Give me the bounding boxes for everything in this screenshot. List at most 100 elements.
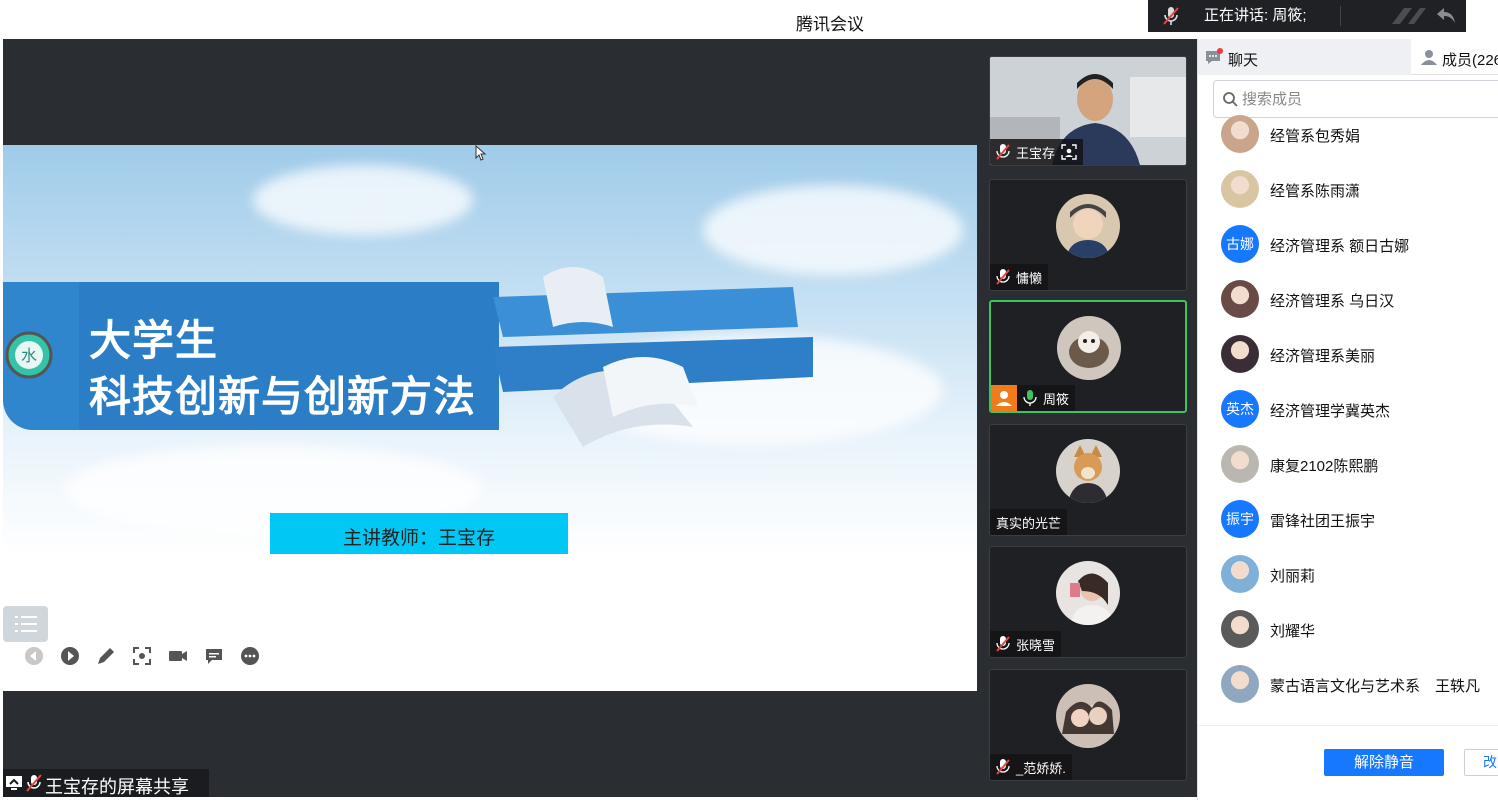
- more-actions-button[interactable]: 改: [1464, 749, 1498, 776]
- members-icon: [1421, 50, 1437, 65]
- presentation-slide: 大学生 科技创新与创新方法 水 主讲教师：王宝存: [3, 145, 977, 691]
- participant-name: 张晓雪: [1016, 637, 1056, 653]
- mic-muted-icon: [996, 269, 1010, 285]
- camera-icon[interactable]: [167, 645, 189, 667]
- screen-share-label: 王宝存的屏幕共享: [3, 769, 209, 797]
- pen-icon[interactable]: [95, 645, 117, 667]
- participant-name: 慵懒: [1016, 270, 1043, 286]
- participant-nameplate: 周筱: [991, 385, 1076, 411]
- video-tile[interactable]: 周筱: [989, 300, 1187, 413]
- video-tile[interactable]: 慵懒: [989, 179, 1187, 291]
- panel-tabs: 聊天 成员(226: [1198, 39, 1498, 75]
- member-list: 经管系包秀娟 经管系陈雨潇古娜 经济管理系 额日古娜经济管理系 乌日汉 经济管理系美丽…: [1198, 115, 1498, 712]
- divider: [1340, 6, 1341, 26]
- participant-name: _范娇娇.: [1016, 760, 1066, 776]
- member-row[interactable]: 经管系陈雨潇: [1198, 162, 1498, 217]
- avatar: 古娜: [1221, 225, 1259, 263]
- lecturer-label: 主讲教师：王宝存: [342, 528, 495, 549]
- video-gallery: 王宝存 慵懒 周筱 真实的光芒 张晓雪 _范娇娇.: [977, 39, 1197, 797]
- mouse-cursor-icon: [475, 145, 487, 161]
- panel-bottom-bar: 解除静音 改: [1198, 725, 1498, 800]
- video-tile[interactable]: 王宝存: [989, 56, 1187, 166]
- participant-nameplate: _范娇娇.: [990, 754, 1072, 780]
- search-icon: [1223, 92, 1238, 107]
- mic-muted-icon: [1163, 7, 1179, 25]
- video-tile[interactable]: _范娇娇.: [989, 669, 1187, 781]
- side-panel: 聊天 成员(226 经管系包秀娟经管系陈雨潇古娜经济管理系 额日古娜经济管理系 …: [1197, 39, 1498, 800]
- avatar: [1221, 610, 1259, 648]
- participant-nameplate: 张晓雪: [990, 631, 1062, 657]
- mic-active-icon: [1023, 390, 1037, 406]
- participant-nameplate: 王宝存: [990, 139, 1084, 165]
- member-row[interactable]: 刘耀华: [1198, 602, 1498, 657]
- avatar: [1056, 194, 1120, 258]
- member-name: 经管系包秀娟: [1270, 128, 1361, 145]
- more-icon[interactable]: [239, 645, 261, 667]
- host-icon: [991, 385, 1017, 411]
- tab-chat[interactable]: 聊天: [1198, 39, 1411, 75]
- member-row[interactable]: 经济管理系美丽: [1198, 327, 1498, 382]
- member-name: 经管系陈雨潇: [1270, 183, 1361, 200]
- avatar: [1221, 280, 1259, 318]
- search-input[interactable]: [1242, 89, 1482, 109]
- avatar: [1056, 561, 1120, 625]
- face-frame-icon: [1061, 144, 1077, 160]
- member-row[interactable]: 古娜 经济管理系 额日古娜: [1198, 217, 1498, 272]
- slide-title-line2: 科技创新与创新方法: [89, 373, 477, 420]
- previous-icon[interactable]: [23, 645, 45, 667]
- tab-members[interactable]: 成员(226: [1412, 39, 1498, 75]
- avatar: [1056, 439, 1120, 503]
- speaking-indicator: 正在讲话: 周筱;: [1148, 0, 1466, 32]
- member-name: 雷锋社团王振宇: [1270, 513, 1376, 530]
- unmute-button[interactable]: 解除静音: [1324, 749, 1444, 776]
- screen-share-icon: [6, 776, 22, 790]
- ribbon-graphic: [493, 267, 813, 447]
- avatar: 英杰: [1221, 390, 1259, 428]
- mic-muted-icon: [996, 759, 1010, 775]
- member-row[interactable]: 康复2102陈熙鹏: [1198, 437, 1498, 492]
- avatar: [1221, 115, 1259, 153]
- comment-icon[interactable]: [203, 645, 225, 667]
- tab-chat-label: 聊天: [1228, 52, 1259, 69]
- focus-icon[interactable]: [131, 645, 153, 667]
- avatar: [1221, 445, 1259, 483]
- screen-share-text: 王宝存的屏幕共享: [45, 777, 189, 797]
- participant-name: 王宝存: [1016, 145, 1056, 161]
- member-name: 康复2102陈熙鹏: [1270, 458, 1379, 475]
- back-icon[interactable]: [1434, 4, 1458, 28]
- play-icon[interactable]: [59, 645, 81, 667]
- video-tile[interactable]: 张晓雪: [989, 546, 1187, 658]
- participant-name: 真实的光芒: [996, 515, 1062, 531]
- member-name: 刘丽莉: [1270, 568, 1316, 585]
- title-bar: 腾讯会议 正在讲话: 周筱;: [0, 0, 1498, 39]
- participant-name: 周筱: [1043, 391, 1070, 407]
- member-name: 经济管理系美丽: [1270, 348, 1376, 365]
- participant-nameplate: 真实的光芒: [990, 509, 1068, 535]
- avatar: [1056, 684, 1120, 748]
- member-row[interactable]: 振宇 雷锋社团王振宇: [1198, 492, 1498, 547]
- screen-share-area: 大学生 科技创新与创新方法 水 主讲教师：王宝存 王宝存的屏幕共享: [3, 39, 977, 797]
- member-row[interactable]: 经济管理系 乌日汉: [1198, 272, 1498, 327]
- member-row[interactable]: 英杰 经济管理学冀英杰: [1198, 382, 1498, 437]
- svg-text:水: 水: [21, 346, 37, 365]
- avatar: [1221, 170, 1259, 208]
- tab-members-label: 成员(226: [1442, 52, 1498, 69]
- avatar: 振宇: [1221, 500, 1259, 538]
- avatar: [1221, 665, 1259, 703]
- chat-icon: [1206, 48, 1223, 64]
- member-row[interactable]: 蒙古语言文化与艺术系 王轶凡: [1198, 657, 1498, 712]
- speaking-label: 正在讲话: 周筱;: [1204, 7, 1307, 24]
- member-name: 经济管理学冀英杰: [1270, 403, 1391, 420]
- list-icon: [15, 616, 37, 632]
- member-row[interactable]: 刘丽莉: [1198, 547, 1498, 602]
- pin-icon[interactable]: [1388, 4, 1428, 28]
- member-name: 刘耀华: [1270, 623, 1316, 640]
- avatar: [1221, 555, 1259, 593]
- slide-menu-button[interactable]: [3, 606, 48, 642]
- video-tile[interactable]: 真实的光芒: [989, 424, 1187, 536]
- mic-muted-icon: [996, 636, 1010, 652]
- member-name: 经济管理系 乌日汉: [1270, 293, 1395, 310]
- member-row[interactable]: 经管系包秀娟: [1198, 107, 1498, 162]
- cloud-decoration: [253, 165, 473, 235]
- avatar: [1057, 316, 1121, 380]
